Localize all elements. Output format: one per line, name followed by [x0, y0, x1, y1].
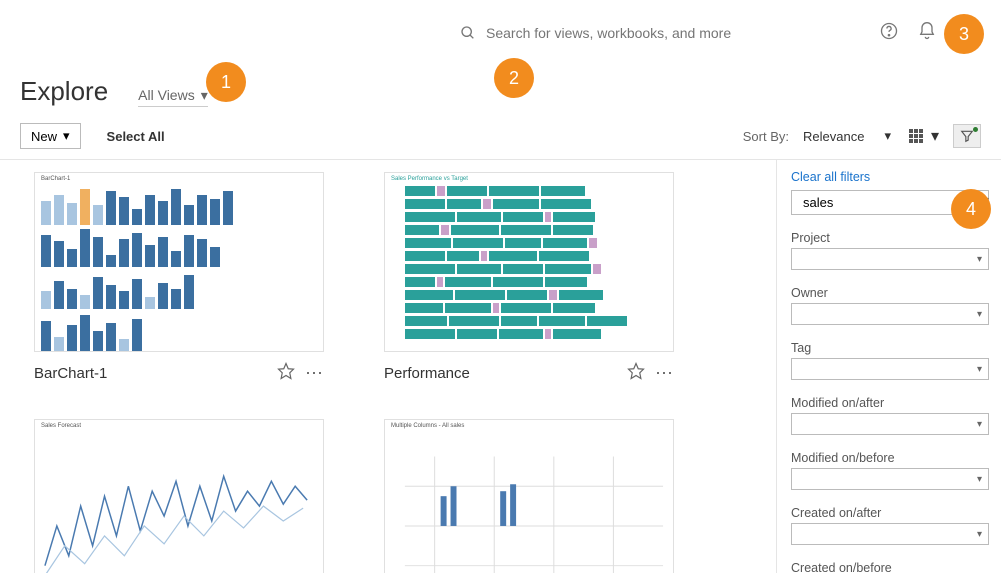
- filter-label: Owner: [791, 286, 989, 300]
- search-input[interactable]: [486, 25, 786, 41]
- chevron-down-icon: ▾: [63, 128, 70, 144]
- content-area: BarChart-1 BarChart-1 ⋯: [0, 160, 1001, 573]
- sort-by-label: Sort By:: [743, 129, 789, 144]
- view-card[interactable]: Sales Forecast: [34, 419, 324, 573]
- filter-group-created-after: Created on/after ▾: [791, 506, 989, 545]
- more-actions-button[interactable]: ⋯: [305, 363, 324, 384]
- clear-filters-link[interactable]: Clear all filters: [791, 170, 989, 184]
- view-selector-label: All Views: [138, 87, 195, 103]
- filter-label: Modified on/after: [791, 396, 989, 410]
- card-title: Performance: [384, 365, 470, 382]
- filter-toggle-button[interactable]: [953, 124, 981, 148]
- view-mode-select[interactable]: ▾: [905, 124, 943, 148]
- callout-3: 3: [944, 14, 984, 54]
- chevron-down-icon: ▾: [884, 128, 891, 144]
- view-card[interactable]: BarChart-1 BarChart-1 ⋯: [34, 172, 324, 385]
- view-thumbnail: BarChart-1: [34, 172, 324, 352]
- star-icon: [277, 362, 295, 380]
- filter-dropdown[interactable]: ▾: [791, 248, 989, 270]
- top-bar: 👤: [0, 0, 1001, 56]
- filter-active-indicator: [973, 127, 978, 132]
- global-search[interactable]: [460, 25, 786, 41]
- view-thumbnail: Multiple Columns - All sales: [384, 419, 674, 573]
- filter-group-modified-before: Modified on/before ▾: [791, 451, 989, 490]
- filter-group-created-before: Created on/before: [791, 561, 989, 573]
- sort-value: Relevance: [803, 129, 864, 144]
- callout-1: 1: [206, 62, 246, 102]
- view-selector[interactable]: All Views ▾: [138, 87, 208, 107]
- more-actions-button[interactable]: ⋯: [655, 363, 674, 384]
- grid-icon: [909, 129, 923, 143]
- page-title: Explore: [20, 76, 108, 107]
- toolbar: New ▾ Select All Sort By: Relevance ▾ ▾: [0, 117, 1001, 160]
- new-button[interactable]: New ▾: [20, 123, 81, 149]
- filter-label: Modified on/before: [791, 451, 989, 465]
- filter-group-modified-after: Modified on/after ▾: [791, 396, 989, 435]
- filter-dropdown[interactable]: ▾: [791, 523, 989, 545]
- filter-dropdown[interactable]: ▾: [791, 413, 989, 435]
- filter-label: Project: [791, 231, 989, 245]
- funnel-icon: [960, 129, 974, 143]
- filter-dropdown[interactable]: ▾: [791, 303, 989, 325]
- filter-label: Created on/before: [791, 561, 989, 573]
- filter-group-project: Project ▾: [791, 231, 989, 270]
- filter-label: Tag: [791, 341, 989, 355]
- callout-4: 4: [951, 189, 991, 229]
- filter-group-tag: Tag ▾: [791, 341, 989, 380]
- view-card[interactable]: Sales Performance vs Target Performance: [384, 172, 674, 385]
- gallery: BarChart-1 BarChart-1 ⋯: [0, 160, 776, 573]
- filter-group-owner: Owner ▾: [791, 286, 989, 325]
- chevron-down-icon: ▾: [931, 126, 939, 146]
- filter-label: Created on/after: [791, 506, 989, 520]
- select-all-button[interactable]: Select All: [107, 129, 165, 144]
- star-icon: [627, 362, 645, 380]
- notifications-icon[interactable]: [917, 21, 937, 46]
- sort-select[interactable]: Relevance ▾: [799, 126, 895, 146]
- new-button-label: New: [31, 129, 57, 144]
- card-title: BarChart-1: [34, 365, 107, 382]
- view-thumbnail: Sales Forecast: [34, 419, 324, 573]
- line-chart-thumb: [35, 432, 323, 573]
- view-card[interactable]: Multiple Columns - All sales: [384, 419, 674, 573]
- favorite-button[interactable]: [627, 362, 645, 385]
- help-icon[interactable]: [879, 21, 899, 46]
- search-icon: [460, 25, 476, 41]
- filter-dropdown[interactable]: ▾: [791, 468, 989, 490]
- callout-2: 2: [494, 58, 534, 98]
- view-thumbnail: Sales Performance vs Target: [384, 172, 674, 352]
- grid-chart-thumb: [385, 432, 673, 573]
- filter-dropdown[interactable]: ▾: [791, 358, 989, 380]
- favorite-button[interactable]: [277, 362, 295, 385]
